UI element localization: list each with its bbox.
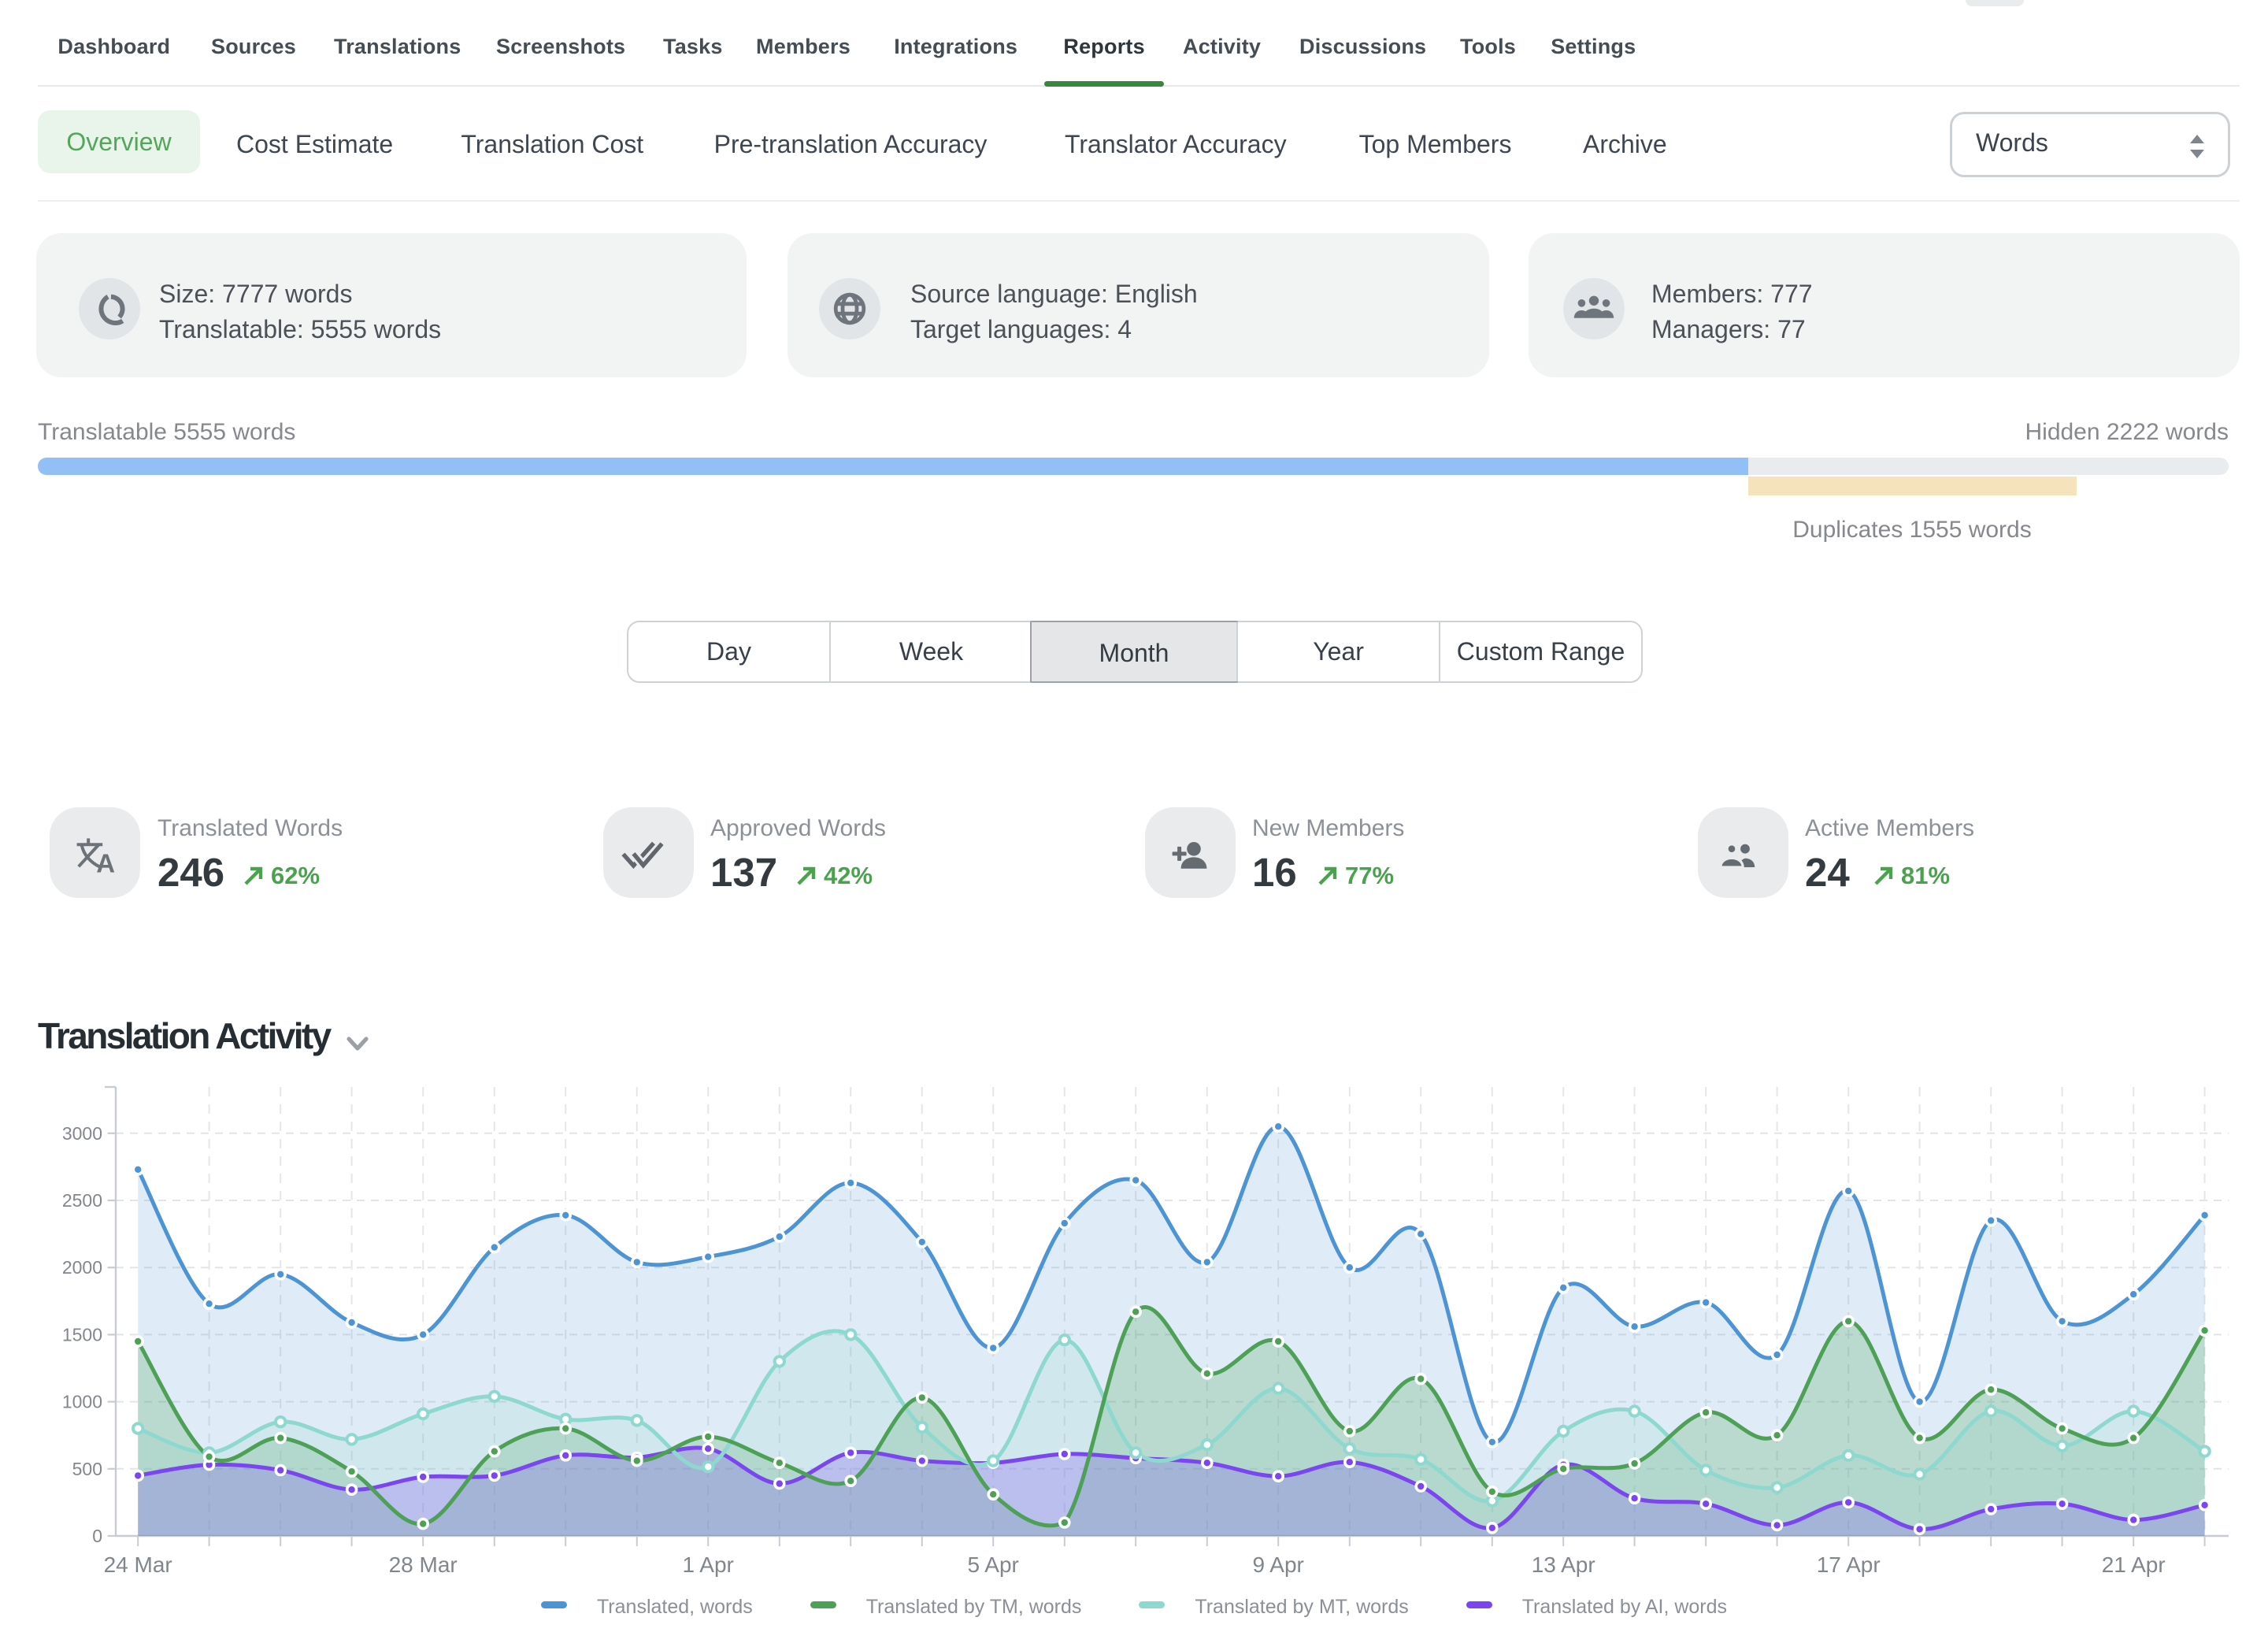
svg-text:1500: 1500 — [62, 1324, 102, 1345]
svg-text:17 Apr: 17 Apr — [1817, 1552, 1881, 1577]
svg-text:9 Apr: 9 Apr — [1253, 1552, 1304, 1577]
svg-text:1000: 1000 — [62, 1392, 102, 1412]
svg-text:24 Mar: 24 Mar — [104, 1552, 172, 1577]
svg-text:2000: 2000 — [62, 1257, 102, 1278]
svg-text:21 Apr: 21 Apr — [2102, 1552, 2166, 1577]
svg-text:2500: 2500 — [62, 1190, 102, 1211]
svg-text:28 Mar: 28 Mar — [389, 1552, 458, 1577]
svg-text:13 Apr: 13 Apr — [1532, 1552, 1595, 1577]
svg-text:1 Apr: 1 Apr — [683, 1552, 734, 1577]
svg-text:0: 0 — [92, 1526, 102, 1546]
svg-text:5 Apr: 5 Apr — [968, 1552, 1019, 1577]
svg-text:500: 500 — [72, 1459, 102, 1479]
svg-text:3000: 3000 — [62, 1123, 102, 1144]
